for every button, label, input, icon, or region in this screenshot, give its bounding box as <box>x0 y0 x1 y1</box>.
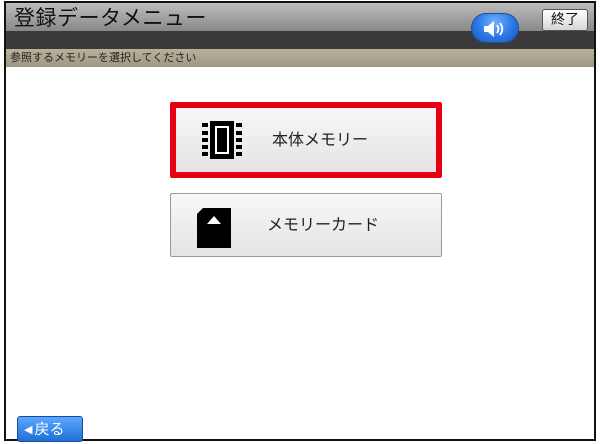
instruction-text: 参照するメモリーを選択してください <box>10 51 197 64</box>
memory-card-label: メモリーカード <box>267 215 380 234</box>
chip-icon <box>202 121 242 159</box>
back-label: 戻る <box>34 420 65 438</box>
screen-frame: 登録データメニュー 参照するメモリーを選択してください 終了 本体メモリー メモ… <box>4 1 596 442</box>
sd-card-icon <box>197 208 231 248</box>
page-title: 登録データメニュー <box>14 6 207 30</box>
instruction-bar: 参照するメモリーを選択してください <box>6 49 594 67</box>
speaker-icon <box>484 21 504 37</box>
audio-button[interactable] <box>471 13 519 43</box>
memory-card-button[interactable]: メモリーカード <box>170 193 442 257</box>
main-memory-label: 本体メモリー <box>272 130 369 149</box>
end-button[interactable]: 終了 <box>542 9 588 31</box>
back-button[interactable]: ◀ 戻る <box>17 416 83 442</box>
triangle-left-icon: ◀ <box>24 423 33 436</box>
main-memory-button[interactable]: 本体メモリー <box>170 102 442 178</box>
